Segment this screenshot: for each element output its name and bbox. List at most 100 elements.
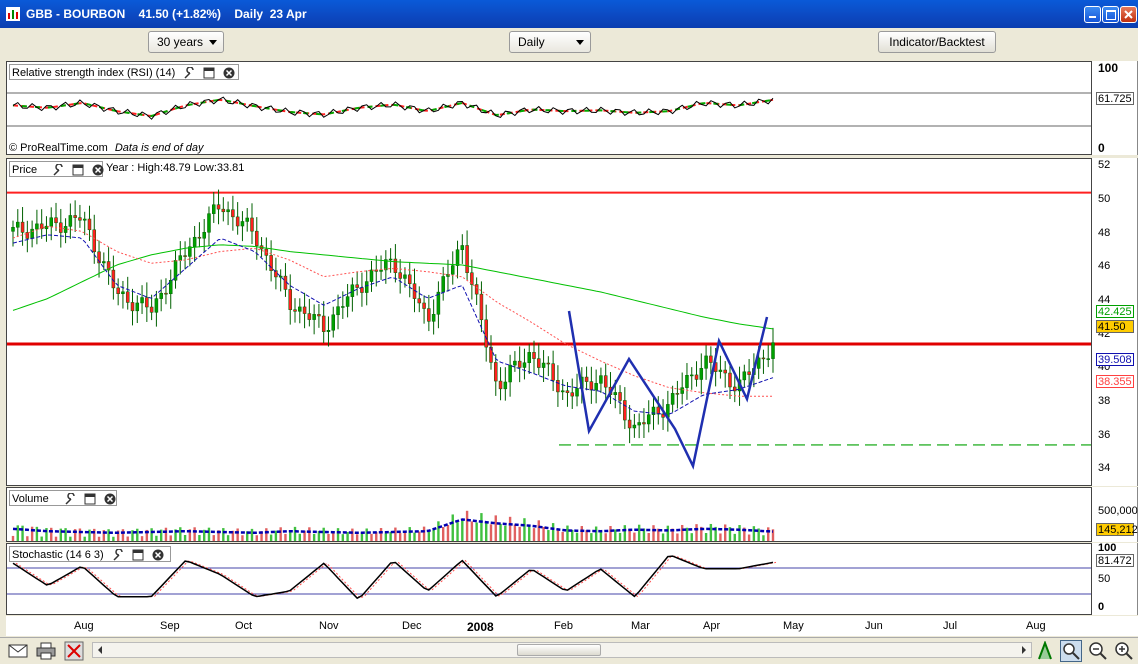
chevron-down-icon [576, 40, 584, 45]
candle-body [431, 314, 436, 322]
volume-bar [752, 526, 756, 541]
scroll-right-icon[interactable] [1019, 645, 1029, 655]
zoom-in-icon[interactable] [1114, 641, 1134, 661]
volume-bar [298, 533, 301, 541]
candle-body [35, 223, 39, 230]
volume-bar [441, 526, 445, 541]
candle-body [154, 298, 159, 313]
volume-bar [427, 531, 431, 541]
interval-select[interactable]: Daily [509, 31, 591, 53]
candle-body [135, 302, 140, 312]
volume-bar [494, 515, 497, 541]
last-price-tag: 41.50 [1096, 320, 1134, 333]
wrench-icon[interactable] [52, 164, 64, 176]
wrench-icon[interactable] [64, 493, 76, 505]
volume-bar [54, 536, 58, 541]
volume-label: Volume [12, 493, 49, 505]
candle-body [441, 276, 445, 293]
volume-bar [97, 536, 101, 541]
candle-body [207, 213, 211, 233]
candle-body [341, 306, 345, 308]
candle-body [508, 364, 512, 383]
email-icon[interactable] [8, 643, 28, 659]
candle-body [379, 269, 383, 272]
candle-body [164, 292, 168, 295]
volume-bar [575, 532, 579, 541]
close-panel-icon[interactable] [104, 493, 116, 505]
candle-body [407, 274, 412, 284]
volume-bar [747, 534, 751, 541]
candle-body [192, 236, 197, 247]
period-select[interactable]: 30 years [148, 31, 224, 53]
candle-body [642, 422, 646, 425]
horizontal-scrollbar[interactable] [92, 642, 1032, 658]
indicator-backtest-button[interactable]: Indicator/Backtest [878, 31, 996, 53]
volume-bar [21, 525, 24, 541]
draw-tool-icon[interactable] [1036, 641, 1054, 661]
minimize-icon[interactable] [1084, 6, 1101, 23]
candle-body [317, 314, 321, 317]
x-axis: Aug Sep Oct Nov Dec 2008 Feb Mar Apr May… [6, 616, 1138, 636]
volume-chart[interactable] [7, 488, 1092, 542]
volume-bar [112, 536, 115, 541]
candle-body [149, 306, 154, 313]
candle-body [350, 284, 355, 297]
close-panel-icon[interactable] [152, 549, 164, 561]
price-chart[interactable] [7, 159, 1092, 486]
zoom-out-icon[interactable] [1088, 641, 1108, 661]
chevron-down-icon [209, 40, 217, 45]
window-icon[interactable] [72, 164, 84, 176]
volume-bar [485, 522, 488, 541]
volume-bar [580, 526, 584, 541]
wrench-icon[interactable] [183, 67, 195, 79]
candle-body [116, 287, 120, 294]
window-icon[interactable] [203, 67, 215, 79]
candle-body [331, 314, 336, 331]
candle-body [747, 371, 751, 375]
candle-body [484, 319, 488, 348]
window-icon[interactable] [84, 493, 96, 505]
zoom-select-icon[interactable] [1060, 640, 1082, 662]
candle-body [527, 352, 531, 363]
wrench-icon[interactable] [112, 549, 124, 561]
print-icon[interactable] [36, 642, 56, 660]
toolbar: 30 years Daily Indicator/Backtest [0, 28, 1138, 58]
restore-icon[interactable] [1102, 6, 1119, 23]
volume-bar [418, 531, 421, 541]
volume-bar [389, 531, 392, 541]
candle-body [293, 309, 297, 312]
x-label: Mar [631, 620, 650, 632]
volume-bar [140, 536, 144, 541]
candle-body [345, 296, 350, 307]
volume-bar [537, 520, 540, 541]
candle-body [30, 228, 34, 239]
volume-bar [293, 526, 297, 541]
candle-body [226, 209, 230, 213]
delete-drawing-icon[interactable] [64, 641, 84, 661]
candle-body [49, 217, 53, 227]
volume-bar [83, 536, 86, 541]
volume-bar [274, 530, 278, 541]
close-panel-icon[interactable] [92, 164, 104, 176]
candle-body [594, 383, 598, 391]
candle-body [231, 209, 235, 218]
candle-body [221, 208, 226, 213]
candle-body [427, 308, 431, 322]
window-icon[interactable] [132, 549, 144, 561]
candle-body [140, 297, 144, 304]
close-panel-icon[interactable] [223, 67, 235, 79]
candle-body [589, 381, 594, 391]
candle-body [212, 204, 216, 214]
scroll-left-icon[interactable] [95, 645, 105, 655]
close-icon[interactable] [1120, 6, 1137, 23]
volume-bar [107, 529, 110, 541]
candle-body [63, 226, 68, 233]
candle-body [646, 414, 651, 425]
volume-bar [480, 513, 483, 541]
candle-body [556, 380, 560, 393]
volume-bar [183, 534, 187, 541]
volume-bar [169, 535, 172, 541]
scroll-thumb[interactable] [517, 644, 601, 656]
volume-bar [69, 536, 72, 541]
candle-body [216, 204, 221, 210]
